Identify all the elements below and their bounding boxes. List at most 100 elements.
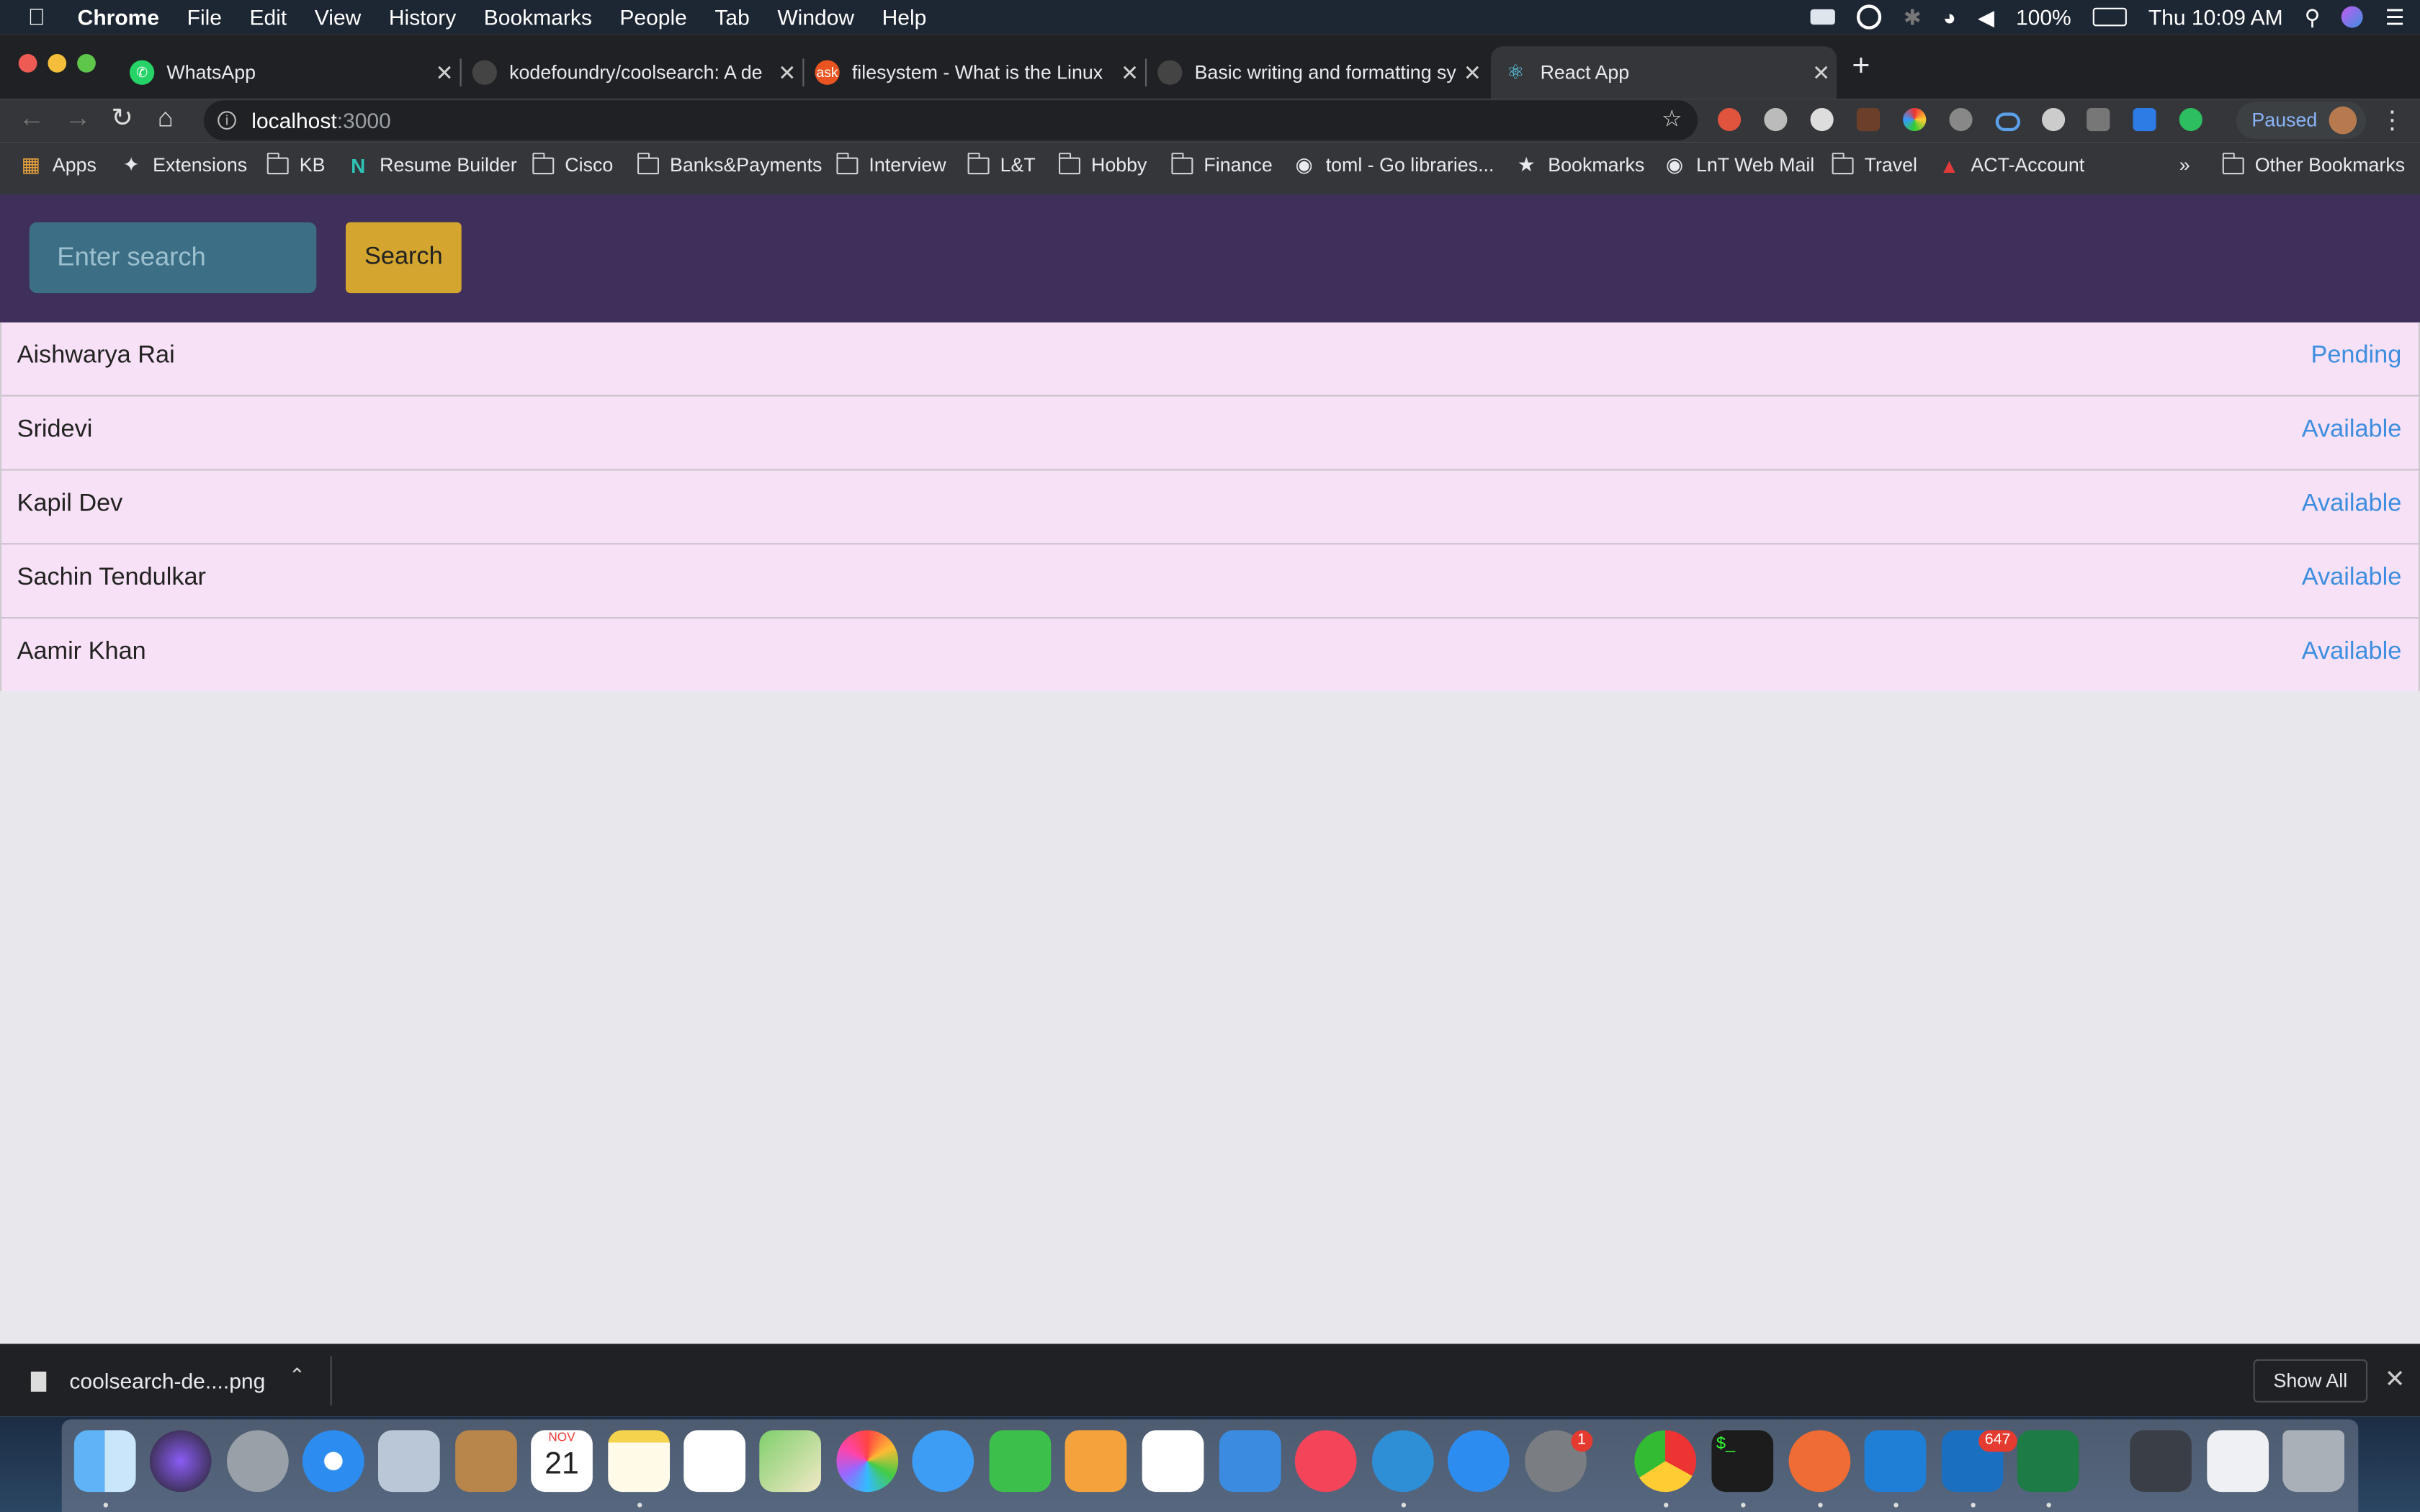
close-window-button[interactable] (18, 54, 37, 73)
list-item[interactable]: Sachin Tendulkar Available (0, 544, 2420, 619)
bookmark-other-bookmarks[interactable]: Other Bookmarks (2221, 142, 2405, 188)
chrome-icon[interactable] (1634, 1430, 1696, 1493)
notification-center-icon[interactable]: ☰ (2385, 4, 2405, 30)
terminal-icon[interactable]: $_ (1711, 1430, 1774, 1493)
close-tab-icon[interactable]: ✕ (771, 60, 802, 86)
facetime-icon[interactable] (989, 1430, 1052, 1493)
extension-cloud-icon[interactable] (1995, 112, 2020, 132)
menu-edit[interactable]: Edit (250, 4, 287, 29)
menu-history[interactable]: History (389, 4, 456, 29)
extension-x-icon[interactable] (2087, 108, 2110, 132)
search-input[interactable] (29, 222, 317, 294)
menu-tab[interactable]: Tab (714, 4, 749, 29)
show-all-button[interactable]: Show All (2253, 1359, 2368, 1403)
docker-icon[interactable] (1811, 9, 1836, 25)
bluetooth-icon[interactable]: ✱ (1904, 4, 1922, 30)
messages-icon[interactable] (912, 1430, 974, 1493)
vscode-icon[interactable] (1864, 1430, 1927, 1493)
close-tab-icon[interactable]: ✕ (1114, 60, 1145, 86)
menu-help[interactable]: Help (882, 4, 927, 29)
profile-button[interactable]: Paused (2236, 102, 2366, 139)
site-info-icon[interactable]: i (218, 111, 236, 130)
screen-capture-icon[interactable] (1372, 1430, 1434, 1493)
contacts-icon[interactable] (455, 1430, 517, 1493)
spotlight-icon[interactable]: ⚲ (2305, 4, 2321, 30)
address-bar[interactable]: i localhost:3000 ☆ (203, 100, 1698, 140)
extension-color-icon[interactable] (1903, 108, 1927, 132)
extension-evernote-icon[interactable] (2179, 108, 2202, 132)
clock[interactable]: Thu 10:09 AM (2148, 4, 2283, 29)
recent-window-thumbnail-icon[interactable] (2130, 1430, 2192, 1493)
forward-icon[interactable]: → (65, 104, 91, 135)
reminders-icon[interactable] (684, 1430, 745, 1493)
music-icon[interactable] (1294, 1430, 1357, 1493)
extension-search-icon[interactable] (1810, 108, 1834, 132)
list-item[interactable]: Kapil Dev Available (0, 470, 2420, 545)
bookmark-apps[interactable]: ▦ Apps (20, 142, 97, 188)
menu-people[interactable]: People (619, 4, 686, 29)
calendar-icon[interactable]: NOV 21 (531, 1430, 593, 1493)
search-button[interactable]: Search (346, 222, 462, 294)
keynote-icon[interactable] (1219, 1430, 1281, 1493)
menu-file[interactable]: File (187, 4, 222, 29)
bookmark-finance[interactable]: Finance (1170, 142, 1273, 188)
sync-icon[interactable] (1857, 4, 1882, 30)
launchpad-icon[interactable] (227, 1430, 289, 1493)
battery-icon[interactable] (2092, 7, 2127, 27)
bookmark-bookmarks[interactable]: ★ Bookmarks (1515, 142, 1644, 188)
list-item[interactable]: Aamir Khan Available (0, 618, 2420, 691)
close-tab-icon[interactable]: ✕ (429, 60, 460, 86)
chevron-up-icon[interactable]: ⌃ (289, 1364, 305, 1388)
siri-icon[interactable] (2341, 6, 2364, 28)
tab-github-formatting[interactable]: Basic writing and formatting sy ✕ (1145, 46, 1488, 99)
bookmark-travel[interactable]: Travel (1831, 142, 1917, 188)
photos-icon[interactable] (836, 1430, 899, 1493)
tab-react-app[interactable]: ⚛ React App ✕ (1491, 46, 1837, 99)
bookmark-lt[interactable]: L&T (967, 142, 1036, 188)
bookmark-toml[interactable]: ◉ toml - Go libraries... (1294, 142, 1494, 188)
menu-view[interactable]: View (315, 4, 361, 29)
extension-translate-icon[interactable] (2133, 108, 2156, 132)
menu-window[interactable]: Window (777, 4, 854, 29)
tab-whatsapp[interactable]: ✆ WhatsApp ✕ (117, 46, 462, 99)
extension-devtools-icon[interactable] (1718, 108, 1742, 132)
extension-incognito-icon[interactable] (2042, 108, 2066, 132)
download-item[interactable]: coolsearch-de....png (30, 1369, 265, 1393)
tab-askubuntu[interactable]: ask filesystem - What is the Linux ✕ (802, 46, 1147, 99)
finder-icon[interactable] (73, 1430, 136, 1493)
bookmark-cisco[interactable]: Cisco (532, 142, 613, 188)
minimize-window-button[interactable] (48, 54, 67, 73)
postman-icon[interactable] (1788, 1430, 1851, 1493)
maps-icon[interactable] (759, 1430, 821, 1493)
safari-icon[interactable] (302, 1430, 364, 1493)
extension-json-icon[interactable] (1856, 108, 1880, 132)
extension-s-icon[interactable] (1949, 108, 1973, 132)
recent-document-thumbnail-icon[interactable] (2207, 1430, 2269, 1493)
bookmark-star-icon[interactable]: ☆ (1662, 105, 1682, 132)
list-item[interactable]: Aishwarya Rai Pending (0, 322, 2420, 397)
close-tab-icon[interactable]: ✕ (1457, 60, 1488, 86)
bookmark-kb[interactable]: KB (266, 142, 325, 188)
bookmark-lnt-web-mail[interactable]: ◉ LnT Web Mail (1664, 142, 1814, 188)
bookmark-extensions[interactable]: ✦ Extensions (120, 142, 247, 188)
bookmark-act-account[interactable]: ▲ ACT-Account (1938, 142, 2085, 188)
siri-icon[interactable] (149, 1430, 212, 1493)
home-icon[interactable]: ⌂ (158, 104, 174, 135)
new-tab-icon[interactable]: + (1852, 50, 1870, 85)
menu-bookmarks[interactable]: Bookmarks (484, 4, 592, 29)
volume-icon[interactable]: ◀ (1978, 4, 1994, 30)
notes-icon[interactable] (608, 1430, 670, 1493)
bookmark-banks-payments[interactable]: Banks&Payments (636, 142, 822, 188)
tab-coolsearch-github[interactable]: kodefoundry/coolsearch: A de ✕ (460, 46, 805, 99)
bookmark-interview[interactable]: Interview (835, 142, 946, 188)
bookmark-hobby[interactable]: Hobby (1057, 142, 1147, 188)
close-icon[interactable]: ✕ (2385, 1364, 2406, 1395)
pages-icon[interactable] (1065, 1430, 1127, 1493)
menu-app-name[interactable]: Chrome (78, 4, 159, 29)
app-store-icon[interactable] (1447, 1430, 1510, 1493)
mail-bird-icon[interactable] (378, 1430, 440, 1493)
bookmarks-overflow-button[interactable]: » (2179, 142, 2190, 188)
close-tab-icon[interactable]: ✕ (1806, 60, 1837, 86)
wifi-icon[interactable]: ◕ (1943, 4, 1956, 29)
chrome-menu-icon[interactable]: ⋮ (2380, 105, 2404, 136)
